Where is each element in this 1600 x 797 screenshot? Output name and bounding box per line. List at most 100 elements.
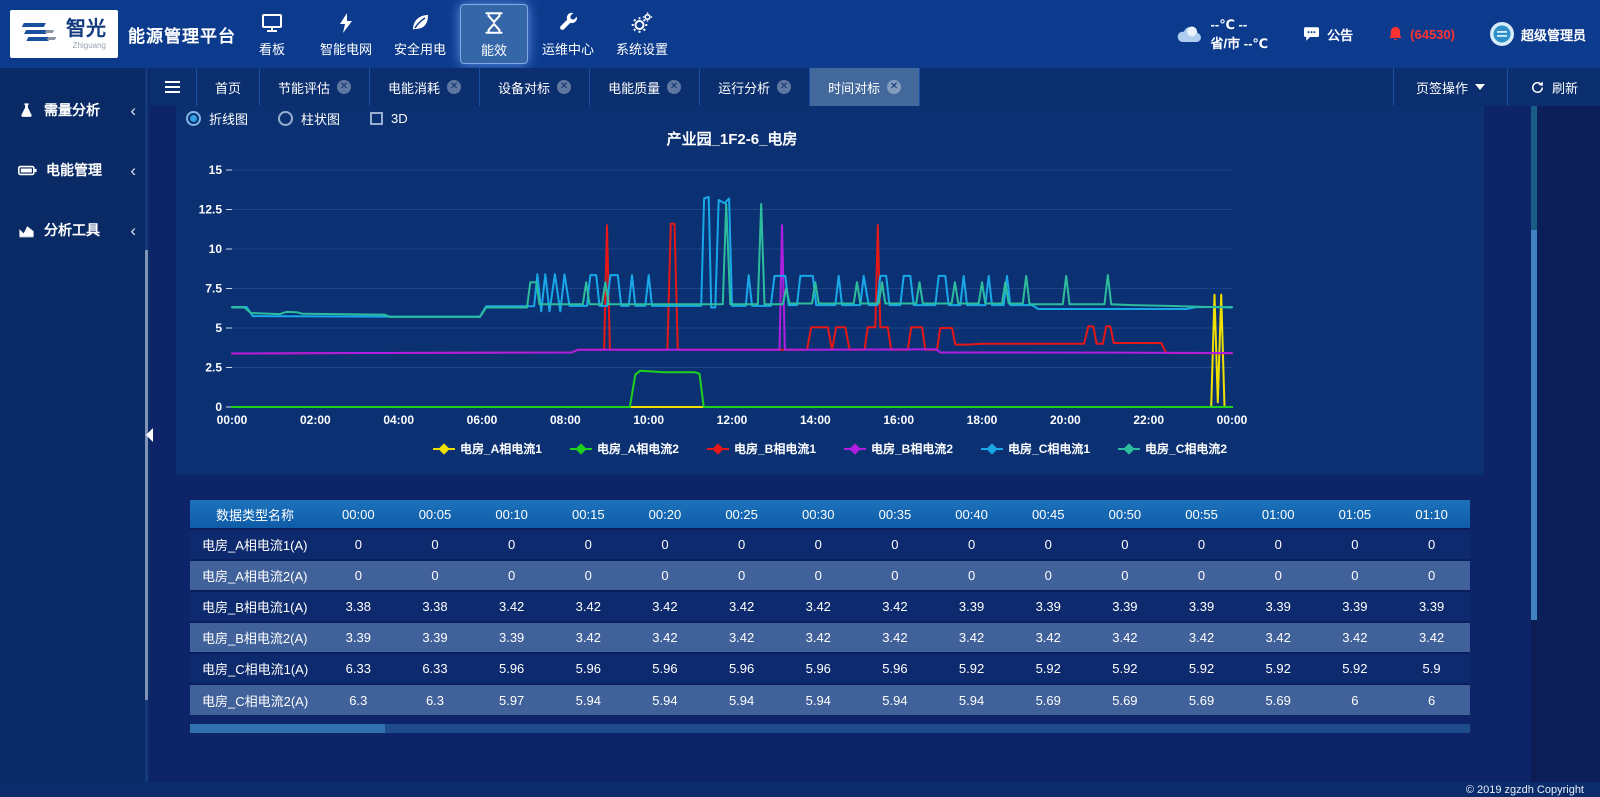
tab-close-icon[interactable]: ✕ [777, 80, 791, 94]
leaf-icon [408, 11, 432, 35]
time-column-header: 00:00 [320, 500, 397, 529]
alarm-button[interactable]: (64530) [1387, 25, 1455, 43]
legend-label: 电房_B相电流1 [734, 440, 816, 457]
value-cell: 5.97 [473, 684, 550, 715]
sidebar-item-2[interactable]: 电能管理‹ [0, 140, 150, 200]
legend-label: 电房_A相电流2 [597, 440, 679, 457]
legend-item[interactable]: 电房_B相电流1 [707, 440, 816, 457]
legend-item[interactable]: 电房_C相电流2 [1118, 440, 1227, 457]
legend-item[interactable]: 电房_B相电流2 [844, 440, 953, 457]
value-cell: 0 [627, 560, 704, 591]
value-cell: 3.42 [627, 591, 704, 622]
logo-subtext: Zhiguang [66, 41, 106, 50]
svg-text:12.5: 12.5 [199, 203, 223, 217]
nav-item-label: 运维中心 [542, 39, 594, 58]
value-cell: 5.96 [703, 653, 780, 684]
tab-7[interactable]: 时间对标✕ [810, 68, 920, 106]
nav-item-2[interactable]: 智能电网 [312, 4, 380, 64]
table-head: 数据类型名称00:0000:0500:1000:1500:2000:2500:3… [190, 500, 1470, 529]
nav-item-4[interactable]: 能效 [460, 4, 528, 64]
time-column-header: 00:25 [703, 500, 780, 529]
legend-marker-icon [707, 444, 729, 454]
app-root: 智光 Zhiguang 能源管理平台 看板智能电网安全用电能效运维中心系统设置 … [0, 0, 1600, 797]
nav-item-5[interactable]: 运维中心 [534, 4, 602, 64]
value-cell: 5.94 [780, 684, 857, 715]
time-column-header: 00:35 [857, 500, 934, 529]
svg-text:00:00: 00:00 [1217, 413, 1248, 427]
value-cell: 3.42 [780, 622, 857, 653]
tab-3[interactable]: 电能消耗✕ [370, 68, 480, 106]
value-cell: 5.69 [1240, 684, 1317, 715]
refresh-button[interactable]: 刷新 [1507, 68, 1600, 106]
time-column-header: 00:50 [1087, 500, 1164, 529]
value-cell: 3.39 [1087, 591, 1164, 622]
svg-text:08:00: 08:00 [550, 413, 581, 427]
table-row: 电房_B相电流1(A)3.383.383.423.423.423.423.423… [190, 591, 1470, 622]
value-cell: 6.33 [320, 653, 397, 684]
value-cell: 0 [550, 560, 627, 591]
data-table: 数据类型名称00:0000:0500:1000:1500:2000:2500:3… [190, 500, 1470, 715]
table-horizontal-scrollbar[interactable] [190, 724, 1470, 733]
hamburger-menu-icon[interactable] [154, 68, 190, 106]
svg-text:16:00: 16:00 [883, 413, 914, 427]
value-cell: 3.39 [933, 591, 1010, 622]
nav-item-label: 能效 [481, 40, 507, 59]
tab-2[interactable]: 节能评估✕ [260, 68, 370, 106]
nav-item-3[interactable]: 安全用电 [386, 4, 454, 64]
legend-item[interactable]: 电房_C相电流1 [981, 440, 1090, 457]
tab-close-icon[interactable]: ✕ [337, 80, 351, 94]
tab-actions: 页签操作 刷新 [1393, 68, 1600, 106]
value-cell: 6.3 [397, 684, 474, 715]
value-cell: 3.42 [857, 591, 934, 622]
nav-item-6[interactable]: 系统设置 [608, 4, 676, 64]
value-cell: 3.39 [1393, 591, 1470, 622]
chart-title: 产业园_1F2-6_电房 [232, 128, 1232, 149]
tab-4[interactable]: 设备对标✕ [480, 68, 590, 106]
time-column-header: 01:05 [1317, 500, 1394, 529]
table-header-datatype: 数据类型名称 [190, 500, 320, 529]
line-chart-radio[interactable]: 折线图 [186, 109, 248, 128]
value-cell: 5.92 [1163, 653, 1240, 684]
tab-5[interactable]: 电能质量✕ [590, 68, 700, 106]
sidebar-item-label: 电能管理 [46, 160, 121, 180]
bar-chart-radio[interactable]: 柱状图 [278, 109, 340, 128]
tab-6[interactable]: 运行分析✕ [700, 68, 810, 106]
legend-item[interactable]: 电房_A相电流1 [433, 440, 542, 457]
value-cell: 3.42 [857, 622, 934, 653]
tab-1[interactable]: 首页 [196, 68, 260, 106]
main-nav: 看板智能电网安全用电能效 运维中心系统设置 [238, 0, 676, 68]
tab-close-icon[interactable]: ✕ [887, 80, 901, 94]
value-cell: 0 [320, 560, 397, 591]
value-cell: 0 [1010, 560, 1087, 591]
threed-checkbox[interactable]: 3D [370, 111, 408, 126]
tab-operations-dropdown[interactable]: 页签操作 [1393, 68, 1507, 106]
value-cell: 0 [627, 529, 704, 560]
sidebar-item-1[interactable]: 需量分析‹ [0, 80, 150, 140]
sidebar-scrollbar[interactable] [145, 250, 148, 700]
svg-text:06:00: 06:00 [467, 413, 498, 427]
value-cell: 5.92 [1240, 653, 1317, 684]
value-cell: 3.42 [550, 622, 627, 653]
row-label: 电房_A相电流2(A) [190, 560, 320, 591]
nav-item-1[interactable]: 看板 [238, 4, 306, 64]
time-column-header: 01:10 [1393, 500, 1470, 529]
vertical-scrollbar[interactable] [1531, 106, 1537, 782]
value-cell: 0 [933, 529, 1010, 560]
value-cell: 0 [1087, 560, 1164, 591]
horizontal-scrollbar-thumb[interactable] [190, 724, 385, 733]
legend-item[interactable]: 电房_A相电流2 [570, 440, 679, 457]
notice-button[interactable]: 公告 [1302, 25, 1353, 44]
checkbox-icon [370, 112, 383, 125]
sidebar-collapse-handle[interactable] [146, 428, 153, 442]
user-menu[interactable]: 超级管理员 [1489, 21, 1586, 47]
monitor-icon [260, 11, 284, 35]
tab-close-icon[interactable]: ✕ [667, 80, 681, 94]
value-cell: 0 [473, 560, 550, 591]
sidebar-item-3[interactable]: 分析工具‹ [0, 200, 150, 260]
vertical-scrollbar-thumb[interactable] [1531, 230, 1537, 620]
tab-close-icon[interactable]: ✕ [447, 80, 461, 94]
svg-text:20:00: 20:00 [1050, 413, 1081, 427]
notice-label: 公告 [1327, 25, 1353, 44]
value-cell: 0 [1163, 529, 1240, 560]
tab-close-icon[interactable]: ✕ [557, 80, 571, 94]
